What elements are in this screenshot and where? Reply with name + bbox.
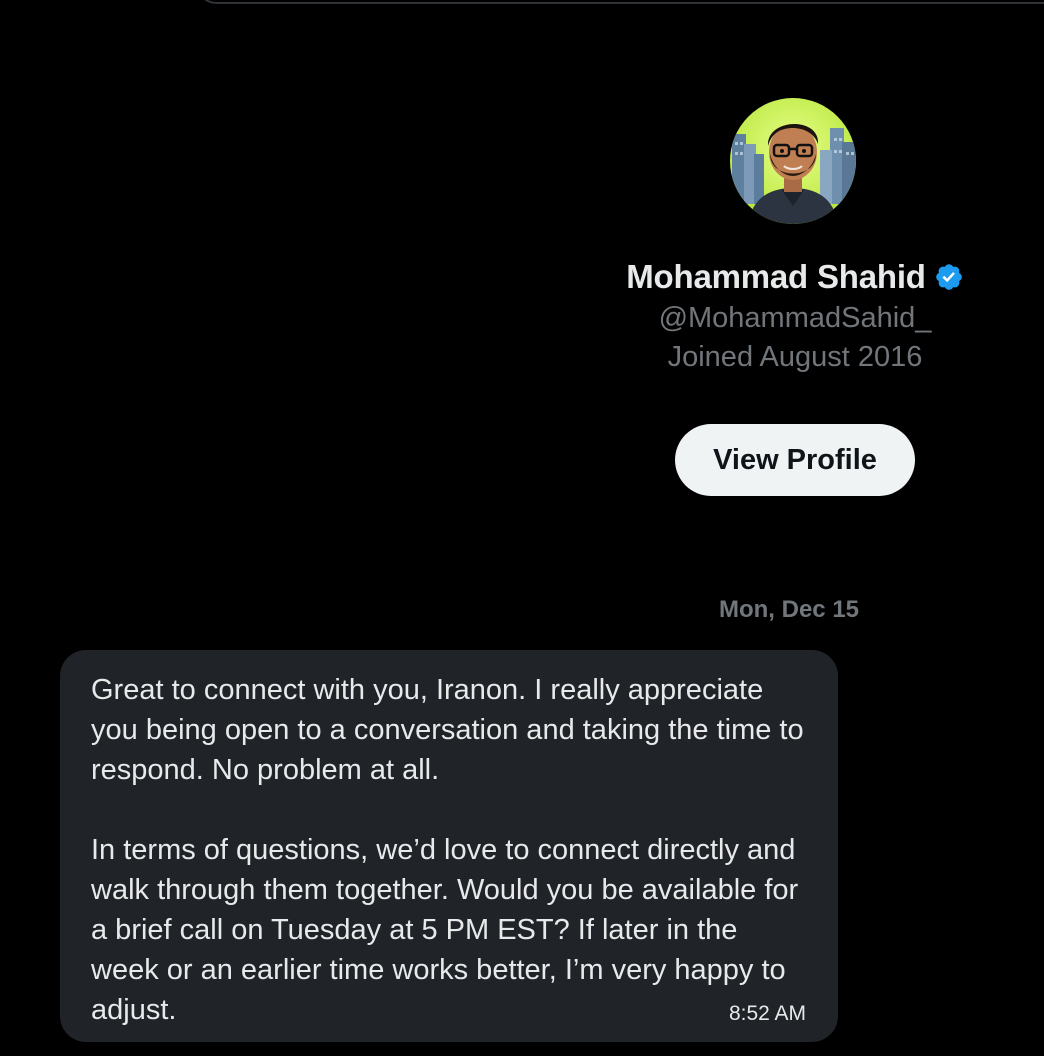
- profile-card: Mohammad Shahid @MohammadSahid_ Joined A…: [560, 98, 1030, 496]
- joined-date: Joined August 2016: [667, 341, 923, 373]
- profile-handle: @MohammadSahid_: [658, 302, 932, 334]
- message-text: In terms of questions, we’d love to conn…: [91, 834, 799, 1026]
- avatar[interactable]: [730, 98, 856, 224]
- verified-badge-icon: [934, 262, 964, 292]
- message-text: Great to connect with you, Iranon. I rea…: [91, 674, 804, 786]
- search-bar-edge: [195, 0, 1044, 4]
- message-timestamp: 8:52 AM: [728, 1002, 806, 1025]
- display-name: Mohammad Shahid: [626, 258, 926, 295]
- avatar-illustration-icon: [730, 98, 856, 224]
- date-separator: Mon, Dec 15: [718, 596, 860, 623]
- view-profile-button[interactable]: View Profile: [675, 424, 915, 496]
- message-bubble[interactable]: Great to connect with you, Iranon. I rea…: [60, 650, 838, 1042]
- name-row: Mohammad Shahid: [626, 258, 964, 296]
